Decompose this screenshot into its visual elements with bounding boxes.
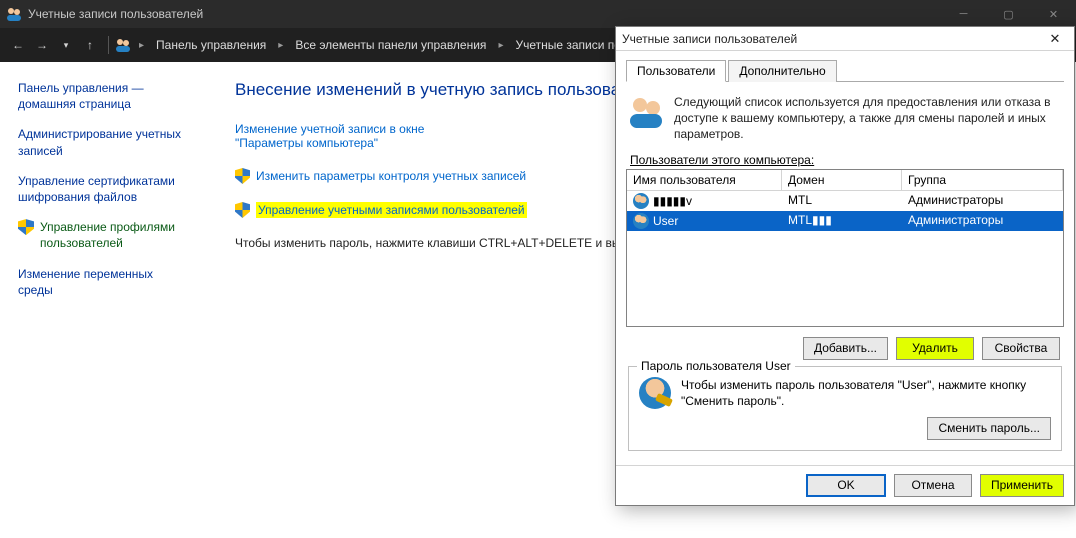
col-domain[interactable]: Домен: [782, 170, 902, 191]
sidebar-label: записей: [18, 144, 63, 158]
properties-button[interactable]: Свойства: [982, 337, 1060, 360]
add-user-button[interactable]: Добавить...: [803, 337, 888, 360]
cell-domain: MTL▮▮▮: [782, 211, 902, 231]
users-icon: [115, 37, 131, 53]
shield-icon: [235, 168, 250, 184]
up-button[interactable]: ↑: [78, 33, 102, 57]
titlebar: Учетные записи пользователей ─ ▢ ✕: [0, 0, 1076, 28]
cell-group: Администраторы: [902, 211, 1063, 231]
dialog-close-button[interactable]: ✕: [1040, 27, 1070, 51]
chevron-right-icon: ▸: [274, 40, 287, 51]
link-uac-settings[interactable]: Изменить параметры контроля учетных запи…: [256, 169, 526, 183]
users-icon: [6, 6, 22, 22]
user-list[interactable]: Имя пользователя Домен Группа ▮▮▮▮▮v MTL…: [626, 169, 1064, 327]
shield-icon: [18, 219, 34, 235]
divider: [108, 36, 109, 54]
user-row-selected[interactable]: User MTL▮▮▮ Администраторы: [627, 211, 1063, 231]
sidebar-label: шифрования файлов: [18, 190, 137, 204]
minimize-button[interactable]: ─: [941, 0, 986, 28]
cell-username: ▮▮▮▮▮v: [653, 194, 692, 208]
groupbox-text: Чтобы изменить пароль пользователя "User…: [681, 377, 1051, 409]
sidebar-item-profiles[interactable]: Управление профилями пользователей: [40, 219, 175, 251]
user-list-label: Пользователи этого компьютера:: [630, 153, 1064, 167]
cell-username: User: [653, 214, 678, 228]
groupbox-legend: Пароль пользователя User: [637, 359, 795, 373]
sidebar-label: Панель управления —: [18, 81, 144, 95]
ok-button[interactable]: OK: [806, 474, 886, 497]
link-change-in-settings[interactable]: Изменение учетной записи в окне "Парамет…: [235, 122, 424, 150]
chevron-right-icon: ▸: [135, 40, 148, 51]
sidebar-item-env-vars[interactable]: Изменение переменных среды: [18, 266, 197, 298]
sidebar: Панель управления — домашняя страница Ад…: [0, 62, 205, 538]
close-button[interactable]: ✕: [1031, 0, 1076, 28]
dialog-tabs: Пользователи Дополнительно: [626, 59, 1064, 82]
tab-users[interactable]: Пользователи: [626, 60, 726, 82]
breadcrumb[interactable]: ▸ Панель управления ▸ Все элементы панел…: [115, 28, 653, 62]
users-large-icon: [628, 94, 664, 130]
user-list-header: Имя пользователя Домен Группа: [627, 170, 1063, 191]
link-manage-accounts-highlighted[interactable]: Управление учетными записями пользовател…: [256, 202, 527, 218]
delete-user-button[interactable]: Удалить: [896, 337, 974, 360]
forward-button[interactable]: →: [30, 33, 54, 57]
user-key-icon: [639, 377, 671, 409]
shield-icon: [235, 202, 250, 218]
sidebar-label: Изменение переменных: [18, 267, 153, 281]
dialog-footer: OK Отмена Применить: [616, 465, 1074, 505]
breadcrumb-item[interactable]: Все элементы панели управления: [291, 38, 490, 52]
apply-button[interactable]: Применить: [980, 474, 1064, 497]
sidebar-label: домашняя страница: [18, 97, 131, 111]
user-accounts-dialog: Учетные записи пользователей ✕ Пользоват…: [615, 26, 1075, 506]
sidebar-label: пользователей: [40, 236, 123, 250]
maximize-button[interactable]: ▢: [986, 0, 1031, 28]
user-icon: [633, 193, 649, 209]
cell-domain: MTL: [782, 191, 902, 211]
sidebar-label: Управление сертификатами: [18, 174, 175, 188]
sidebar-home[interactable]: Панель управления — домашняя страница: [18, 80, 197, 112]
user-icon: [633, 213, 649, 229]
dialog-titlebar: Учетные записи пользователей ✕: [616, 27, 1074, 51]
sidebar-item-manage-accounts[interactable]: Администрирование учетных записей: [18, 126, 197, 158]
password-groupbox: Пароль пользователя User Чтобы изменить …: [628, 366, 1062, 451]
window-title: Учетные записи пользователей: [28, 7, 203, 21]
recent-dropdown[interactable]: ▾: [54, 33, 78, 57]
breadcrumb-item[interactable]: Панель управления: [152, 38, 270, 52]
back-button[interactable]: ←: [6, 33, 30, 57]
dialog-title: Учетные записи пользователей: [622, 32, 797, 46]
tab-advanced[interactable]: Дополнительно: [728, 60, 836, 82]
chevron-right-icon: ▸: [494, 40, 507, 51]
change-password-button[interactable]: Сменить пароль...: [927, 417, 1051, 440]
cell-group: Администраторы: [902, 191, 1063, 211]
sidebar-label: среды: [18, 283, 53, 297]
sidebar-label: Управление профилями: [40, 220, 175, 234]
link-label: "Параметры компьютера": [235, 136, 378, 150]
col-username[interactable]: Имя пользователя: [627, 170, 782, 191]
link-label: Изменение учетной записи в окне: [235, 122, 424, 136]
sidebar-label: Администрирование учетных: [18, 127, 181, 141]
dialog-intro-text: Следующий список используется для предос…: [674, 94, 1062, 143]
sidebar-item-certificates[interactable]: Управление сертификатами шифрования файл…: [18, 173, 197, 205]
cancel-button[interactable]: Отмена: [894, 474, 972, 497]
col-group[interactable]: Группа: [902, 170, 1063, 191]
user-row[interactable]: ▮▮▮▮▮v MTL Администраторы: [627, 191, 1063, 211]
